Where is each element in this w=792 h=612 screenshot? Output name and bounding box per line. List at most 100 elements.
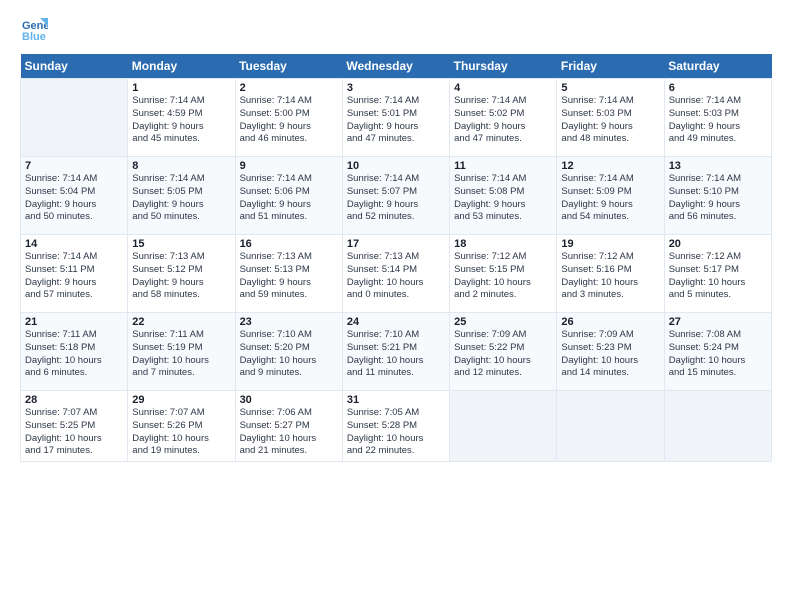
calendar-cell: 6Sunrise: 7:14 AM Sunset: 5:03 PM Daylig…: [664, 79, 771, 157]
day-number: 12: [561, 160, 659, 172]
day-header-wednesday: Wednesday: [342, 54, 449, 79]
day-info: Sunrise: 7:07 AM Sunset: 5:25 PM Dayligh…: [25, 407, 123, 458]
day-number: 26: [561, 316, 659, 328]
calendar-cell: [664, 391, 771, 462]
calendar-cell: 9Sunrise: 7:14 AM Sunset: 5:06 PM Daylig…: [235, 157, 342, 235]
day-number: 2: [240, 82, 338, 94]
day-info: Sunrise: 7:14 AM Sunset: 5:04 PM Dayligh…: [25, 173, 123, 224]
day-header-sunday: Sunday: [21, 54, 128, 79]
calendar-cell: 26Sunrise: 7:09 AM Sunset: 5:23 PM Dayli…: [557, 313, 664, 391]
day-info: Sunrise: 7:10 AM Sunset: 5:21 PM Dayligh…: [347, 329, 445, 380]
day-info: Sunrise: 7:14 AM Sunset: 4:59 PM Dayligh…: [132, 95, 230, 146]
day-number: 5: [561, 82, 659, 94]
calendar-week-row: 14Sunrise: 7:14 AM Sunset: 5:11 PM Dayli…: [21, 235, 772, 313]
day-info: Sunrise: 7:14 AM Sunset: 5:07 PM Dayligh…: [347, 173, 445, 224]
day-number: 14: [25, 238, 123, 250]
day-number: 6: [669, 82, 767, 94]
day-info: Sunrise: 7:14 AM Sunset: 5:01 PM Dayligh…: [347, 95, 445, 146]
day-number: 19: [561, 238, 659, 250]
day-header-saturday: Saturday: [664, 54, 771, 79]
day-info: Sunrise: 7:08 AM Sunset: 5:24 PM Dayligh…: [669, 329, 767, 380]
day-header-tuesday: Tuesday: [235, 54, 342, 79]
calendar-cell: 10Sunrise: 7:14 AM Sunset: 5:07 PM Dayli…: [342, 157, 449, 235]
day-info: Sunrise: 7:12 AM Sunset: 5:17 PM Dayligh…: [669, 251, 767, 302]
logo: General Blue: [20, 16, 52, 44]
day-info: Sunrise: 7:13 AM Sunset: 5:12 PM Dayligh…: [132, 251, 230, 302]
calendar-week-row: 7Sunrise: 7:14 AM Sunset: 5:04 PM Daylig…: [21, 157, 772, 235]
day-info: Sunrise: 7:14 AM Sunset: 5:09 PM Dayligh…: [561, 173, 659, 224]
day-info: Sunrise: 7:07 AM Sunset: 5:26 PM Dayligh…: [132, 407, 230, 458]
day-info: Sunrise: 7:12 AM Sunset: 5:15 PM Dayligh…: [454, 251, 552, 302]
day-info: Sunrise: 7:13 AM Sunset: 5:14 PM Dayligh…: [347, 251, 445, 302]
day-number: 21: [25, 316, 123, 328]
day-number: 16: [240, 238, 338, 250]
page: General Blue SundayMondayTuesdayWednesda…: [0, 0, 792, 612]
day-number: 30: [240, 394, 338, 406]
calendar-cell: 25Sunrise: 7:09 AM Sunset: 5:22 PM Dayli…: [450, 313, 557, 391]
calendar-cell: 30Sunrise: 7:06 AM Sunset: 5:27 PM Dayli…: [235, 391, 342, 462]
day-info: Sunrise: 7:14 AM Sunset: 5:00 PM Dayligh…: [240, 95, 338, 146]
day-info: Sunrise: 7:14 AM Sunset: 5:02 PM Dayligh…: [454, 95, 552, 146]
day-number: 20: [669, 238, 767, 250]
day-header-monday: Monday: [128, 54, 235, 79]
calendar-cell: 18Sunrise: 7:12 AM Sunset: 5:15 PM Dayli…: [450, 235, 557, 313]
calendar-cell: 23Sunrise: 7:10 AM Sunset: 5:20 PM Dayli…: [235, 313, 342, 391]
day-info: Sunrise: 7:09 AM Sunset: 5:23 PM Dayligh…: [561, 329, 659, 380]
day-number: 22: [132, 316, 230, 328]
calendar-cell: 31Sunrise: 7:05 AM Sunset: 5:28 PM Dayli…: [342, 391, 449, 462]
calendar-week-row: 21Sunrise: 7:11 AM Sunset: 5:18 PM Dayli…: [21, 313, 772, 391]
day-info: Sunrise: 7:10 AM Sunset: 5:20 PM Dayligh…: [240, 329, 338, 380]
calendar-cell: 1Sunrise: 7:14 AM Sunset: 4:59 PM Daylig…: [128, 79, 235, 157]
day-header-friday: Friday: [557, 54, 664, 79]
day-number: 15: [132, 238, 230, 250]
calendar-cell: 28Sunrise: 7:07 AM Sunset: 5:25 PM Dayli…: [21, 391, 128, 462]
day-info: Sunrise: 7:14 AM Sunset: 5:08 PM Dayligh…: [454, 173, 552, 224]
day-number: 27: [669, 316, 767, 328]
day-info: Sunrise: 7:14 AM Sunset: 5:05 PM Dayligh…: [132, 173, 230, 224]
day-info: Sunrise: 7:14 AM Sunset: 5:10 PM Dayligh…: [669, 173, 767, 224]
svg-text:Blue: Blue: [22, 31, 46, 43]
calendar-cell: 13Sunrise: 7:14 AM Sunset: 5:10 PM Dayli…: [664, 157, 771, 235]
day-number: 18: [454, 238, 552, 250]
calendar-cell: [21, 79, 128, 157]
day-header-thursday: Thursday: [450, 54, 557, 79]
calendar-cell: 21Sunrise: 7:11 AM Sunset: 5:18 PM Dayli…: [21, 313, 128, 391]
calendar-week-row: 28Sunrise: 7:07 AM Sunset: 5:25 PM Dayli…: [21, 391, 772, 462]
day-number: 24: [347, 316, 445, 328]
day-info: Sunrise: 7:14 AM Sunset: 5:03 PM Dayligh…: [669, 95, 767, 146]
day-number: 23: [240, 316, 338, 328]
day-info: Sunrise: 7:14 AM Sunset: 5:03 PM Dayligh…: [561, 95, 659, 146]
day-number: 25: [454, 316, 552, 328]
day-number: 29: [132, 394, 230, 406]
day-number: 7: [25, 160, 123, 172]
day-number: 10: [347, 160, 445, 172]
calendar-cell: [557, 391, 664, 462]
day-info: Sunrise: 7:11 AM Sunset: 5:18 PM Dayligh…: [25, 329, 123, 380]
calendar-cell: 15Sunrise: 7:13 AM Sunset: 5:12 PM Dayli…: [128, 235, 235, 313]
day-number: 4: [454, 82, 552, 94]
day-info: Sunrise: 7:14 AM Sunset: 5:06 PM Dayligh…: [240, 173, 338, 224]
calendar-cell: 2Sunrise: 7:14 AM Sunset: 5:00 PM Daylig…: [235, 79, 342, 157]
day-number: 28: [25, 394, 123, 406]
calendar-week-row: 1Sunrise: 7:14 AM Sunset: 4:59 PM Daylig…: [21, 79, 772, 157]
calendar-cell: 11Sunrise: 7:14 AM Sunset: 5:08 PM Dayli…: [450, 157, 557, 235]
calendar-cell: 29Sunrise: 7:07 AM Sunset: 5:26 PM Dayli…: [128, 391, 235, 462]
calendar-header-row: SundayMondayTuesdayWednesdayThursdayFrid…: [21, 54, 772, 79]
calendar-cell: 19Sunrise: 7:12 AM Sunset: 5:16 PM Dayli…: [557, 235, 664, 313]
calendar-cell: 4Sunrise: 7:14 AM Sunset: 5:02 PM Daylig…: [450, 79, 557, 157]
day-info: Sunrise: 7:12 AM Sunset: 5:16 PM Dayligh…: [561, 251, 659, 302]
day-info: Sunrise: 7:11 AM Sunset: 5:19 PM Dayligh…: [132, 329, 230, 380]
calendar-cell: 17Sunrise: 7:13 AM Sunset: 5:14 PM Dayli…: [342, 235, 449, 313]
day-number: 13: [669, 160, 767, 172]
calendar-table: SundayMondayTuesdayWednesdayThursdayFrid…: [20, 54, 772, 462]
day-number: 9: [240, 160, 338, 172]
day-info: Sunrise: 7:14 AM Sunset: 5:11 PM Dayligh…: [25, 251, 123, 302]
day-number: 17: [347, 238, 445, 250]
calendar-cell: 22Sunrise: 7:11 AM Sunset: 5:19 PM Dayli…: [128, 313, 235, 391]
day-info: Sunrise: 7:09 AM Sunset: 5:22 PM Dayligh…: [454, 329, 552, 380]
day-number: 3: [347, 82, 445, 94]
calendar-cell: 14Sunrise: 7:14 AM Sunset: 5:11 PM Dayli…: [21, 235, 128, 313]
day-info: Sunrise: 7:05 AM Sunset: 5:28 PM Dayligh…: [347, 407, 445, 458]
header: General Blue: [20, 16, 772, 44]
calendar-cell: 3Sunrise: 7:14 AM Sunset: 5:01 PM Daylig…: [342, 79, 449, 157]
